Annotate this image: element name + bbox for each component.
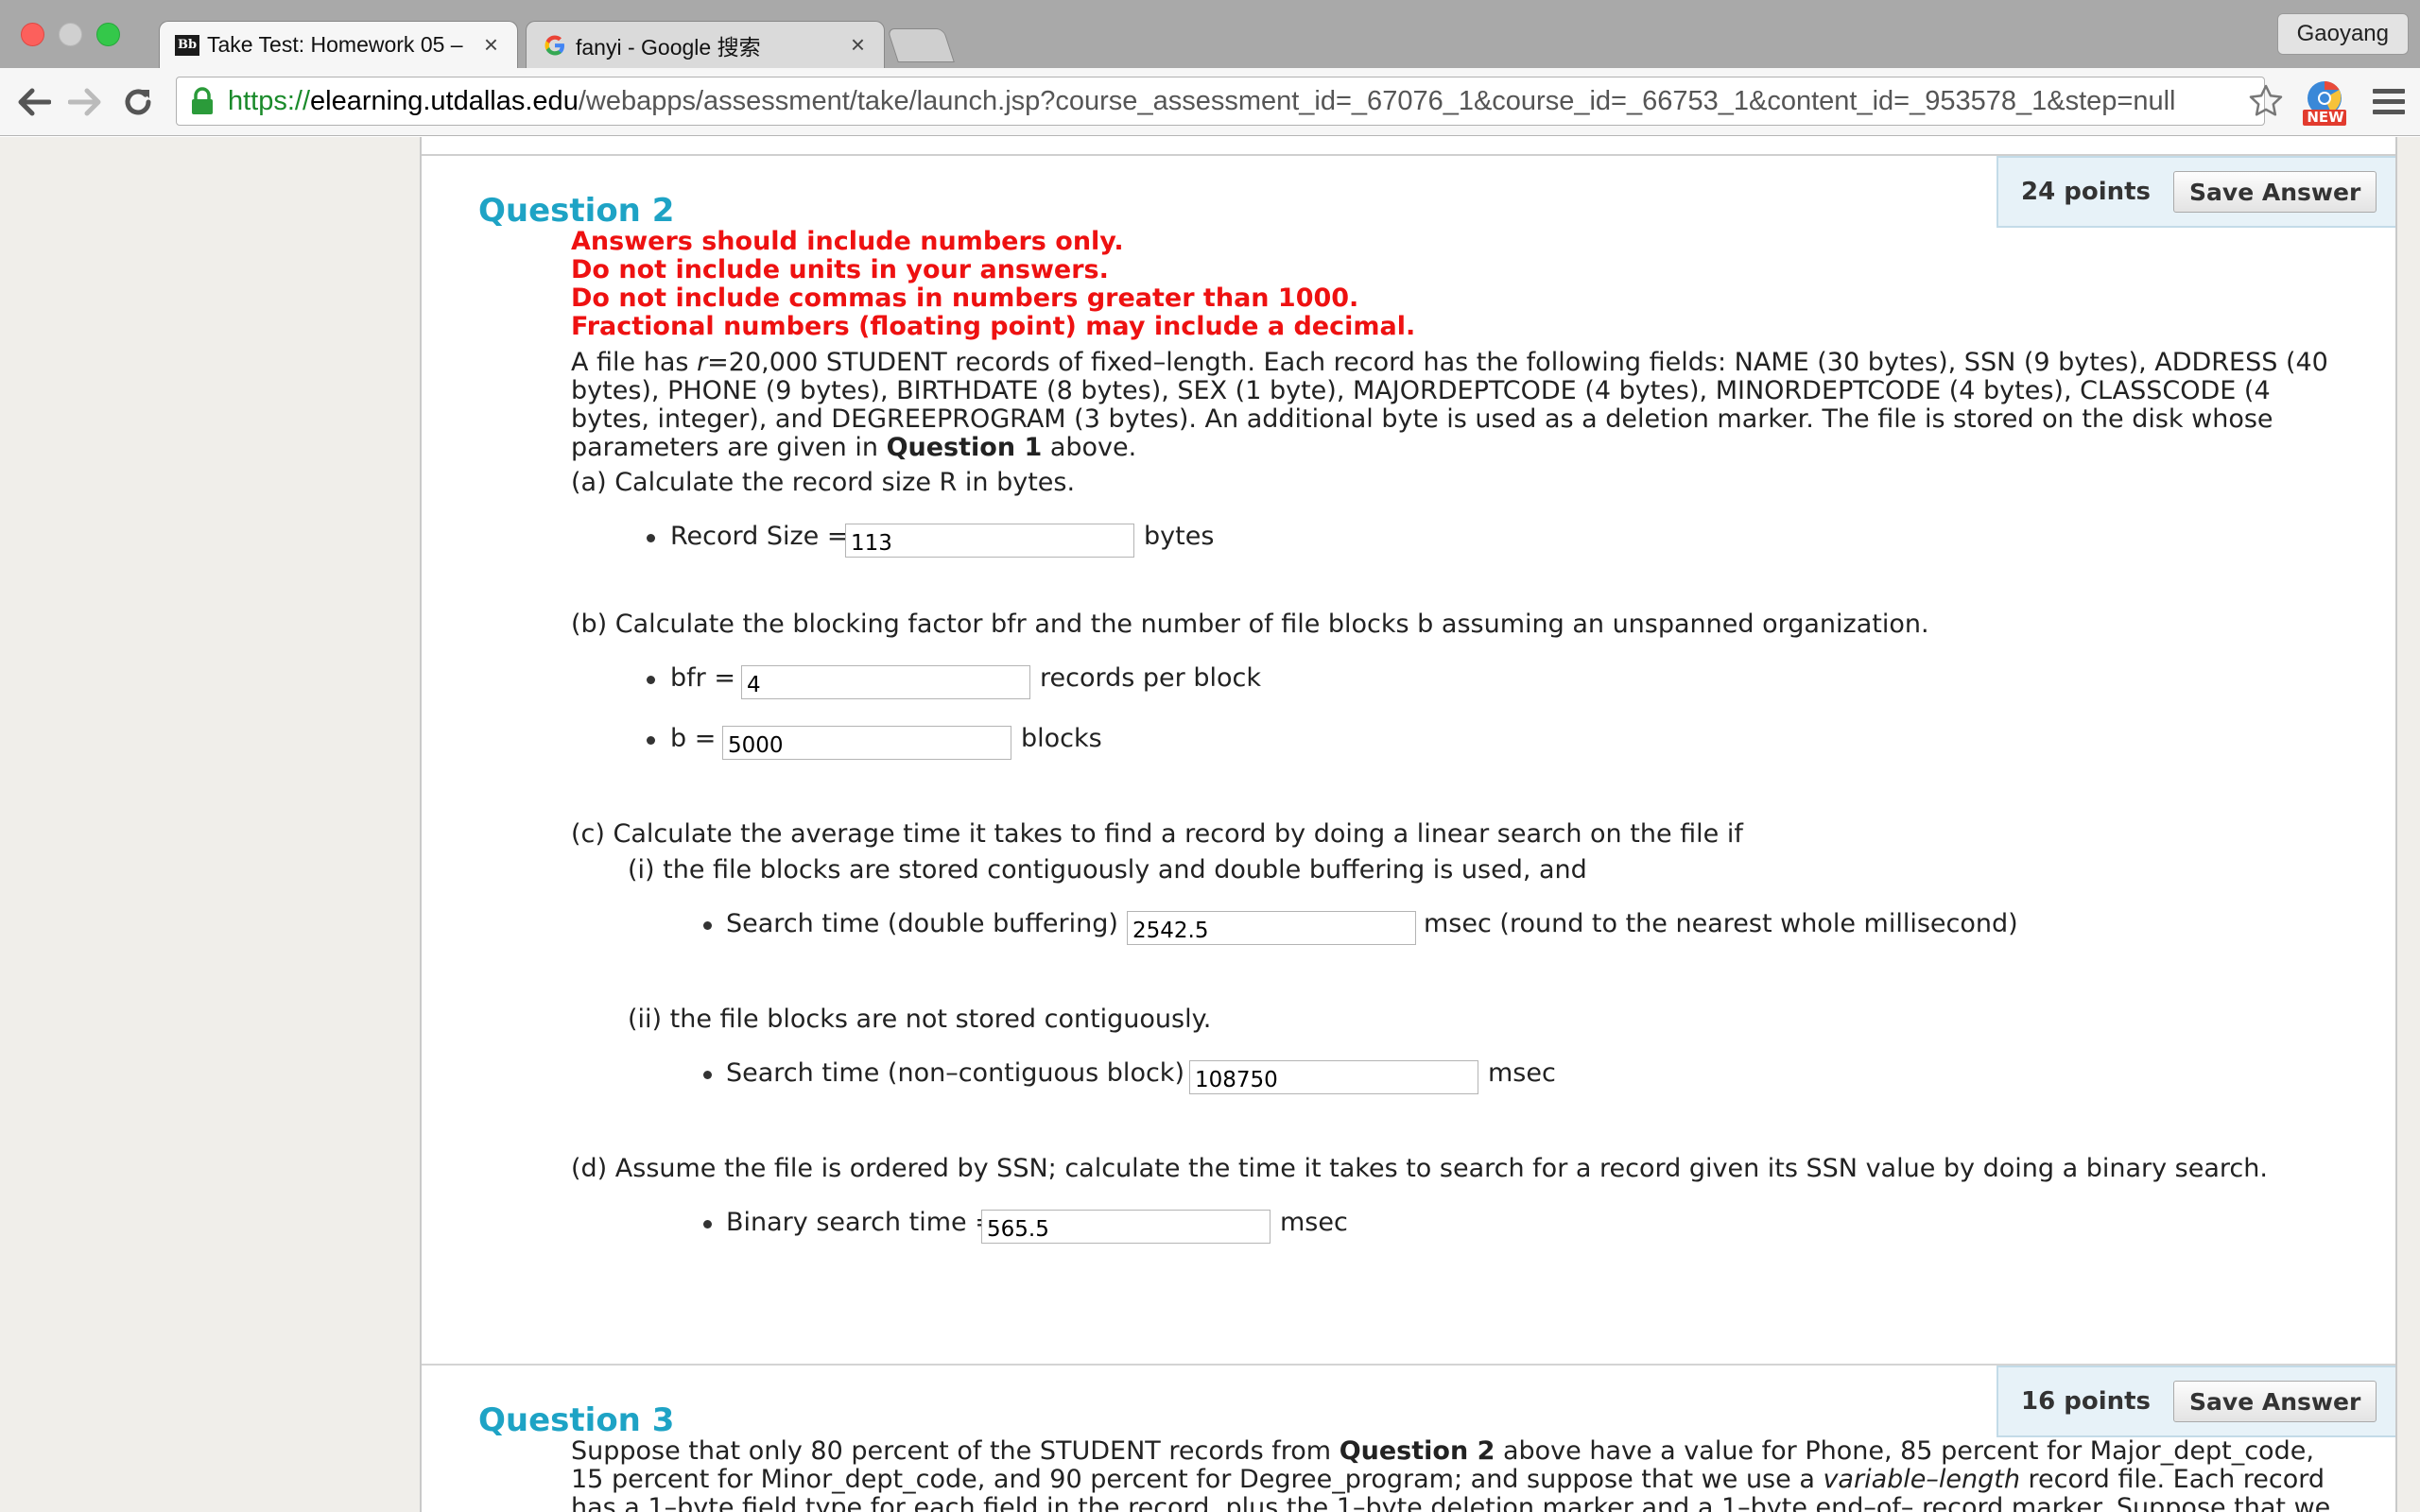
part-c-sub-i: (i) the file blocks are stored contiguou… bbox=[628, 855, 1587, 885]
part-c-sub-ii: (ii) the file blocks are not stored cont… bbox=[628, 1005, 1212, 1034]
window-zoom-button[interactable] bbox=[96, 23, 120, 46]
double-buffering-label: Search time (double buffering) = bbox=[726, 909, 1149, 938]
record-size-label: Record Size = bbox=[670, 522, 849, 551]
google-icon bbox=[544, 35, 564, 55]
binary-search-input[interactable] bbox=[981, 1210, 1270, 1244]
question-2-points-box: 24 points Save Answer bbox=[1996, 156, 2395, 228]
window-close-button[interactable] bbox=[21, 23, 44, 46]
points-label: 16 points bbox=[2021, 1387, 2152, 1416]
window-minimize-button[interactable] bbox=[59, 23, 82, 46]
binary-search-label: Binary search time = bbox=[726, 1208, 996, 1237]
extension-button[interactable]: NEW bbox=[2299, 77, 2350, 129]
forward-button[interactable] bbox=[64, 81, 106, 123]
question-2-title: Question 2 bbox=[478, 192, 675, 230]
close-icon[interactable]: × bbox=[851, 30, 865, 60]
points-label: 24 points bbox=[2021, 178, 2152, 206]
url-path: /webapps/assessment/take/launch.jsp?cour… bbox=[578, 85, 2176, 116]
question-3-points-box: 16 points Save Answer bbox=[1996, 1366, 2395, 1437]
arrow-right-icon bbox=[68, 88, 101, 116]
test-content-panel: 24 points Save Answer Question 2 Answers… bbox=[420, 137, 2397, 1512]
tab-take-test[interactable]: Bb Take Test: Homework 05 – × bbox=[159, 21, 518, 68]
page-viewport: 24 points Save Answer Question 2 Answers… bbox=[0, 137, 2420, 1512]
close-icon[interactable]: × bbox=[484, 30, 498, 60]
bullet bbox=[703, 921, 712, 930]
binary-search-unit: msec bbox=[1280, 1208, 1348, 1237]
part-d-prompt: (d) Assume the file is ordered by SSN; c… bbox=[571, 1154, 2268, 1183]
reload-icon bbox=[125, 89, 151, 115]
tab-title: fanyi - Google 搜索 bbox=[576, 34, 761, 60]
lock-icon bbox=[192, 87, 213, 114]
menu-icon[interactable] bbox=[2373, 89, 2405, 117]
extension-badge: NEW bbox=[2307, 109, 2344, 126]
question-3-title: Question 3 bbox=[478, 1401, 675, 1439]
address-bar[interactable]: https://elearning.utdallas.edu/webapps/a… bbox=[176, 77, 2265, 126]
bfr-label: bfr = bbox=[670, 663, 735, 693]
browser-toolbar: https://elearning.utdallas.edu/webapps/a… bbox=[0, 68, 2420, 136]
url-host: elearning.utdallas.edu bbox=[310, 85, 579, 116]
bullet bbox=[703, 1071, 712, 1079]
part-c-prompt: (c) Calculate the average time it takes … bbox=[571, 819, 1743, 849]
bullet bbox=[647, 736, 655, 745]
part-a-prompt: (a) Calculate the record size R in bytes… bbox=[571, 468, 1076, 497]
instruction-line: Do not include units in your answers. bbox=[571, 255, 1109, 284]
instruction-line: Fractional numbers (floating point) may … bbox=[571, 312, 1416, 341]
save-answer-button[interactable]: Save Answer bbox=[2173, 1381, 2377, 1422]
non-contiguous-input[interactable] bbox=[1189, 1060, 1478, 1094]
bfr-unit: records per block bbox=[1040, 663, 1261, 693]
new-tab-button[interactable] bbox=[887, 28, 955, 62]
non-contiguous-unit: msec bbox=[1488, 1058, 1556, 1088]
save-answer-button[interactable]: Save Answer bbox=[2173, 171, 2377, 213]
b-input[interactable] bbox=[722, 726, 1011, 760]
double-buffering-unit: msec (round to the nearest whole millise… bbox=[1424, 909, 2018, 938]
tab-title: Take Test: Homework 05 – bbox=[207, 32, 463, 57]
non-contiguous-label: Search time (non–contiguous block) = bbox=[726, 1058, 1215, 1088]
profile-button[interactable]: Gaoyang bbox=[2276, 13, 2409, 55]
b-label: b = bbox=[670, 724, 717, 753]
question-3-description: Suppose that only 80 percent of the STUD… bbox=[571, 1436, 2331, 1512]
part-b-prompt: (b) Calculate the blocking factor bfr an… bbox=[571, 610, 1929, 639]
tab-strip: Bb Take Test: Homework 05 – × fanyi - Go… bbox=[0, 0, 2420, 68]
bfr-input[interactable] bbox=[741, 665, 1030, 699]
question-2-description: A file has r=20,000 STUDENT records of f… bbox=[571, 348, 2328, 462]
bookmark-star-icon[interactable] bbox=[2248, 83, 2284, 119]
instruction-line: Answers should include numbers only. bbox=[571, 227, 1124, 256]
arrow-left-icon bbox=[18, 88, 51, 116]
blackboard-icon: Bb bbox=[175, 34, 199, 56]
url-scheme: https:// bbox=[228, 85, 311, 116]
record-size-input[interactable] bbox=[845, 524, 1134, 558]
record-size-unit: bytes bbox=[1144, 522, 1215, 551]
question-2-body: Answers should include numbers only. Do … bbox=[571, 228, 2339, 462]
bullet bbox=[647, 676, 655, 684]
bullet bbox=[647, 534, 655, 542]
back-button[interactable] bbox=[13, 81, 55, 123]
bullet bbox=[703, 1220, 712, 1228]
b-unit: blocks bbox=[1021, 724, 1102, 753]
tab-google-search[interactable]: fanyi - Google 搜索 × bbox=[526, 21, 885, 68]
reload-button[interactable] bbox=[117, 81, 159, 123]
double-buffering-input[interactable] bbox=[1127, 911, 1416, 945]
instruction-line: Do not include commas in numbers greater… bbox=[571, 284, 1359, 313]
